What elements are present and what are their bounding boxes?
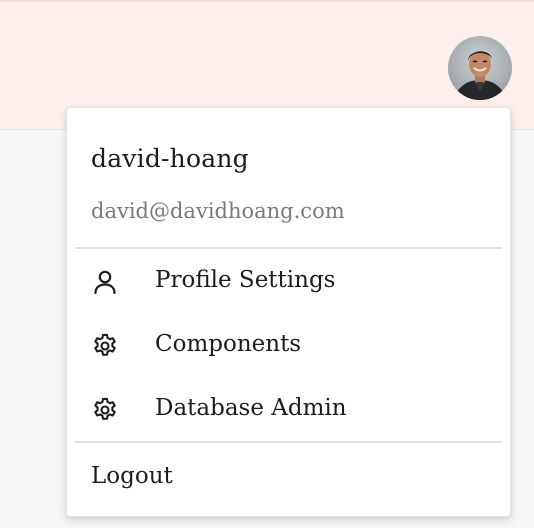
- user-icon: [91, 268, 119, 296]
- avatar-image: [448, 36, 512, 100]
- user-dropdown-menu: david-hoang david@davidhoang.com Profile…: [66, 107, 511, 517]
- gear-icon: [91, 396, 119, 424]
- divider: [75, 441, 502, 443]
- menu-item-database-admin[interactable]: Database Admin: [75, 380, 502, 438]
- logout-label: Logout: [91, 463, 173, 489]
- page: david-hoang david@davidhoang.com Profile…: [0, 0, 534, 528]
- user-name: david-hoang: [91, 144, 249, 173]
- divider: [75, 247, 502, 249]
- menu-item-profile-settings[interactable]: Profile Settings: [75, 252, 502, 310]
- menu-item-label: Profile Settings: [155, 267, 336, 293]
- menu-item-label: Database Admin: [155, 395, 347, 421]
- logout-button[interactable]: Logout: [75, 448, 502, 506]
- menu-item-components[interactable]: Components: [75, 316, 502, 374]
- user-avatar-button[interactable]: [448, 36, 512, 100]
- menu-item-label: Components: [155, 331, 302, 357]
- gear-icon: [91, 332, 119, 360]
- user-email: david@davidhoang.com: [91, 199, 345, 223]
